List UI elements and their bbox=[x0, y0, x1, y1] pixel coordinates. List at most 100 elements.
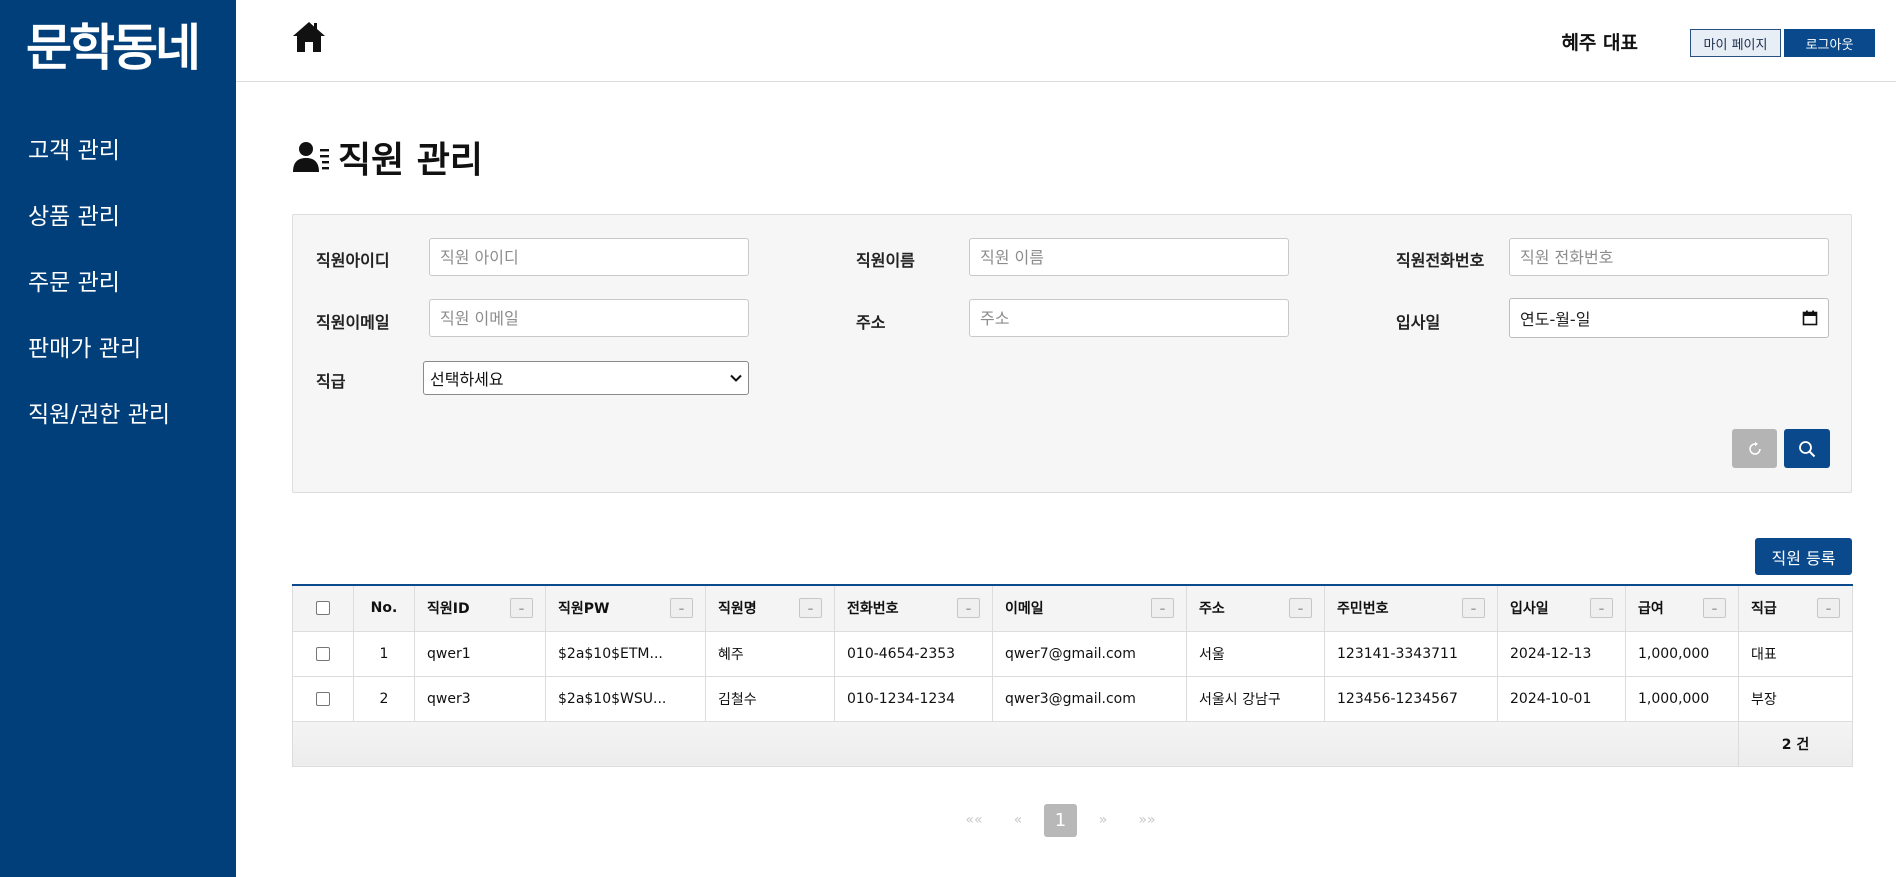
home-icon[interactable] bbox=[292, 20, 326, 54]
column-toggle-button[interactable]: – bbox=[799, 598, 822, 618]
sidebar-item-orders[interactable]: 주문 관리 bbox=[0, 250, 236, 316]
page-title-text: 직원 관리 bbox=[338, 140, 484, 181]
current-page-button[interactable]: 1 bbox=[1044, 803, 1077, 837]
column-label: No. bbox=[370, 600, 398, 617]
cell-hire-date: 2024-12-13 bbox=[1497, 630, 1626, 677]
column-label: 직원PW bbox=[558, 601, 610, 618]
table-row[interactable]: 2 qwer3 $2a$10$WSU... 김철수 010-1234-1234 … bbox=[292, 675, 1853, 722]
column-header-rank: 직급 – bbox=[1738, 584, 1853, 632]
table-row[interactable]: 1 qwer1 $2a$10$ETM... 혜주 010-4654-2353 q… bbox=[292, 630, 1853, 677]
column-label: 주소 bbox=[1199, 601, 1225, 618]
sidebar-item-staff[interactable]: 직원/권한 관리 bbox=[0, 382, 236, 448]
row-select-cell bbox=[292, 630, 354, 677]
sidebar-nav: 고객 관리 상품 관리 주문 관리 판매가 관리 직원/권한 관리 bbox=[0, 118, 236, 448]
column-header-hire-date: 입사일 – bbox=[1497, 584, 1626, 632]
rank-select-value: 선택하세요 bbox=[430, 370, 504, 389]
emp-name-input[interactable] bbox=[969, 238, 1289, 276]
search-icon bbox=[1799, 440, 1816, 457]
cell-hire-date: 2024-10-01 bbox=[1497, 675, 1626, 722]
row-checkbox[interactable] bbox=[316, 691, 330, 706]
cell-rank: 대표 bbox=[1738, 630, 1853, 677]
column-toggle-button[interactable]: – bbox=[1289, 598, 1312, 618]
hire-date-label: 입사일 bbox=[1396, 313, 1441, 332]
column-header-salary: 급여 – bbox=[1625, 584, 1739, 632]
column-header-emp-id: 직원ID – bbox=[414, 584, 546, 632]
cell-salary: 1,000,000 bbox=[1625, 630, 1739, 677]
column-toggle-button[interactable]: – bbox=[670, 598, 693, 618]
address-label: 주소 bbox=[856, 313, 886, 332]
column-label: 직급 bbox=[1751, 601, 1777, 618]
emp-email-input[interactable] bbox=[429, 299, 749, 337]
cell-emp-pw: $2a$10$ETM... bbox=[545, 630, 706, 677]
column-toggle-button[interactable]: – bbox=[957, 598, 980, 618]
cell-address: 서울 bbox=[1186, 630, 1325, 677]
cell-no: 1 bbox=[353, 630, 415, 677]
select-all-checkbox[interactable] bbox=[316, 601, 330, 616]
top-header: 혜주 대표 마이 페이지 로그아웃 bbox=[236, 0, 1896, 82]
sidebar-item-products[interactable]: 상품 관리 bbox=[0, 184, 236, 250]
column-toggle-button[interactable]: – bbox=[1590, 598, 1613, 618]
search-button[interactable] bbox=[1784, 429, 1830, 468]
cell-emp-name: 김철수 bbox=[705, 675, 835, 722]
address-input[interactable] bbox=[969, 299, 1289, 337]
emp-id-input[interactable] bbox=[429, 238, 749, 276]
emp-phone-label: 직원전화번호 bbox=[1396, 251, 1485, 270]
user-name: 혜주 대표 bbox=[1561, 32, 1638, 54]
reset-button[interactable] bbox=[1732, 429, 1777, 468]
cell-address: 서울시 강남구 bbox=[1186, 675, 1325, 722]
footer-spacer bbox=[292, 720, 1739, 767]
prev-page-button[interactable]: « bbox=[996, 812, 1040, 828]
row-checkbox[interactable] bbox=[316, 646, 330, 661]
page-title: 직원 관리 bbox=[292, 133, 483, 181]
column-label: 직원명 bbox=[718, 601, 757, 618]
logo[interactable]: 문학동네 bbox=[26, 18, 201, 78]
cell-emp-name: 혜주 bbox=[705, 630, 835, 677]
column-label: 입사일 bbox=[1510, 601, 1549, 618]
hire-date-placeholder: 연도-월-일 bbox=[1520, 310, 1591, 329]
first-page-button[interactable]: «« bbox=[952, 812, 996, 828]
search-panel: 직원아이디 직원이름 직원전화번호 직원이메일 주소 입사일 연도-월-일 직급… bbox=[292, 214, 1852, 493]
cell-email: qwer3@gmail.com bbox=[992, 675, 1187, 722]
cell-phone: 010-4654-2353 bbox=[834, 630, 993, 677]
column-toggle-button[interactable]: – bbox=[1817, 598, 1840, 618]
emp-email-label: 직원이메일 bbox=[316, 313, 390, 332]
cell-email: qwer7@gmail.com bbox=[992, 630, 1187, 677]
column-header-emp-name: 직원명 – bbox=[705, 584, 835, 632]
cell-rrn: 123141-3343711 bbox=[1324, 630, 1498, 677]
column-header-emp-pw: 직원PW – bbox=[545, 584, 706, 632]
cell-emp-id: qwer3 bbox=[414, 675, 546, 722]
calendar-icon[interactable] bbox=[1802, 310, 1818, 326]
cell-salary: 1,000,000 bbox=[1625, 675, 1739, 722]
register-employee-button[interactable]: 직원 등록 bbox=[1755, 538, 1852, 575]
last-page-button[interactable]: »» bbox=[1125, 812, 1169, 828]
cell-rrn: 123456-1234567 bbox=[1324, 675, 1498, 722]
column-toggle-button[interactable]: – bbox=[1462, 598, 1485, 618]
sidebar-item-pricing[interactable]: 판매가 관리 bbox=[0, 316, 236, 382]
cell-rank: 부장 bbox=[1738, 675, 1853, 722]
next-page-button[interactable]: » bbox=[1081, 812, 1125, 828]
employee-table: No. 직원ID – 직원PW – 직원명 – 전화번호 – 이메일 – 주소 – 주민번호… bbox=[292, 584, 1853, 767]
column-label: 주민번호 bbox=[1337, 601, 1389, 618]
total-count: 2 건 bbox=[1738, 720, 1853, 767]
column-header-phone: 전화번호 – bbox=[834, 584, 993, 632]
column-toggle-button[interactable]: – bbox=[1151, 598, 1174, 618]
my-page-button[interactable]: 마이 페이지 bbox=[1690, 29, 1781, 57]
column-label: 이메일 bbox=[1005, 601, 1044, 618]
column-header-no: No. bbox=[353, 584, 415, 632]
emp-phone-input[interactable] bbox=[1509, 238, 1829, 276]
table-header-row: No. 직원ID – 직원PW – 직원명 – 전화번호 – 이메일 – 주소 – 주민번호… bbox=[292, 584, 1853, 632]
cell-emp-id: qwer1 bbox=[414, 630, 546, 677]
hire-date-input[interactable]: 연도-월-일 bbox=[1509, 298, 1829, 338]
pagination: «« « 1 » »» bbox=[952, 803, 1169, 837]
column-header-rrn: 주민번호 – bbox=[1324, 584, 1498, 632]
rank-select[interactable]: 선택하세요 bbox=[423, 361, 749, 395]
column-header-address: 주소 – bbox=[1186, 584, 1325, 632]
column-toggle-button[interactable]: – bbox=[510, 598, 533, 618]
sidebar-item-customers[interactable]: 고객 관리 bbox=[0, 118, 236, 184]
refresh-icon bbox=[1748, 441, 1761, 455]
column-label: 급여 bbox=[1638, 601, 1664, 618]
column-label: 직원ID bbox=[427, 601, 470, 618]
column-toggle-button[interactable]: – bbox=[1703, 598, 1726, 618]
logout-button[interactable]: 로그아웃 bbox=[1784, 29, 1875, 57]
select-all-cell bbox=[292, 584, 354, 632]
